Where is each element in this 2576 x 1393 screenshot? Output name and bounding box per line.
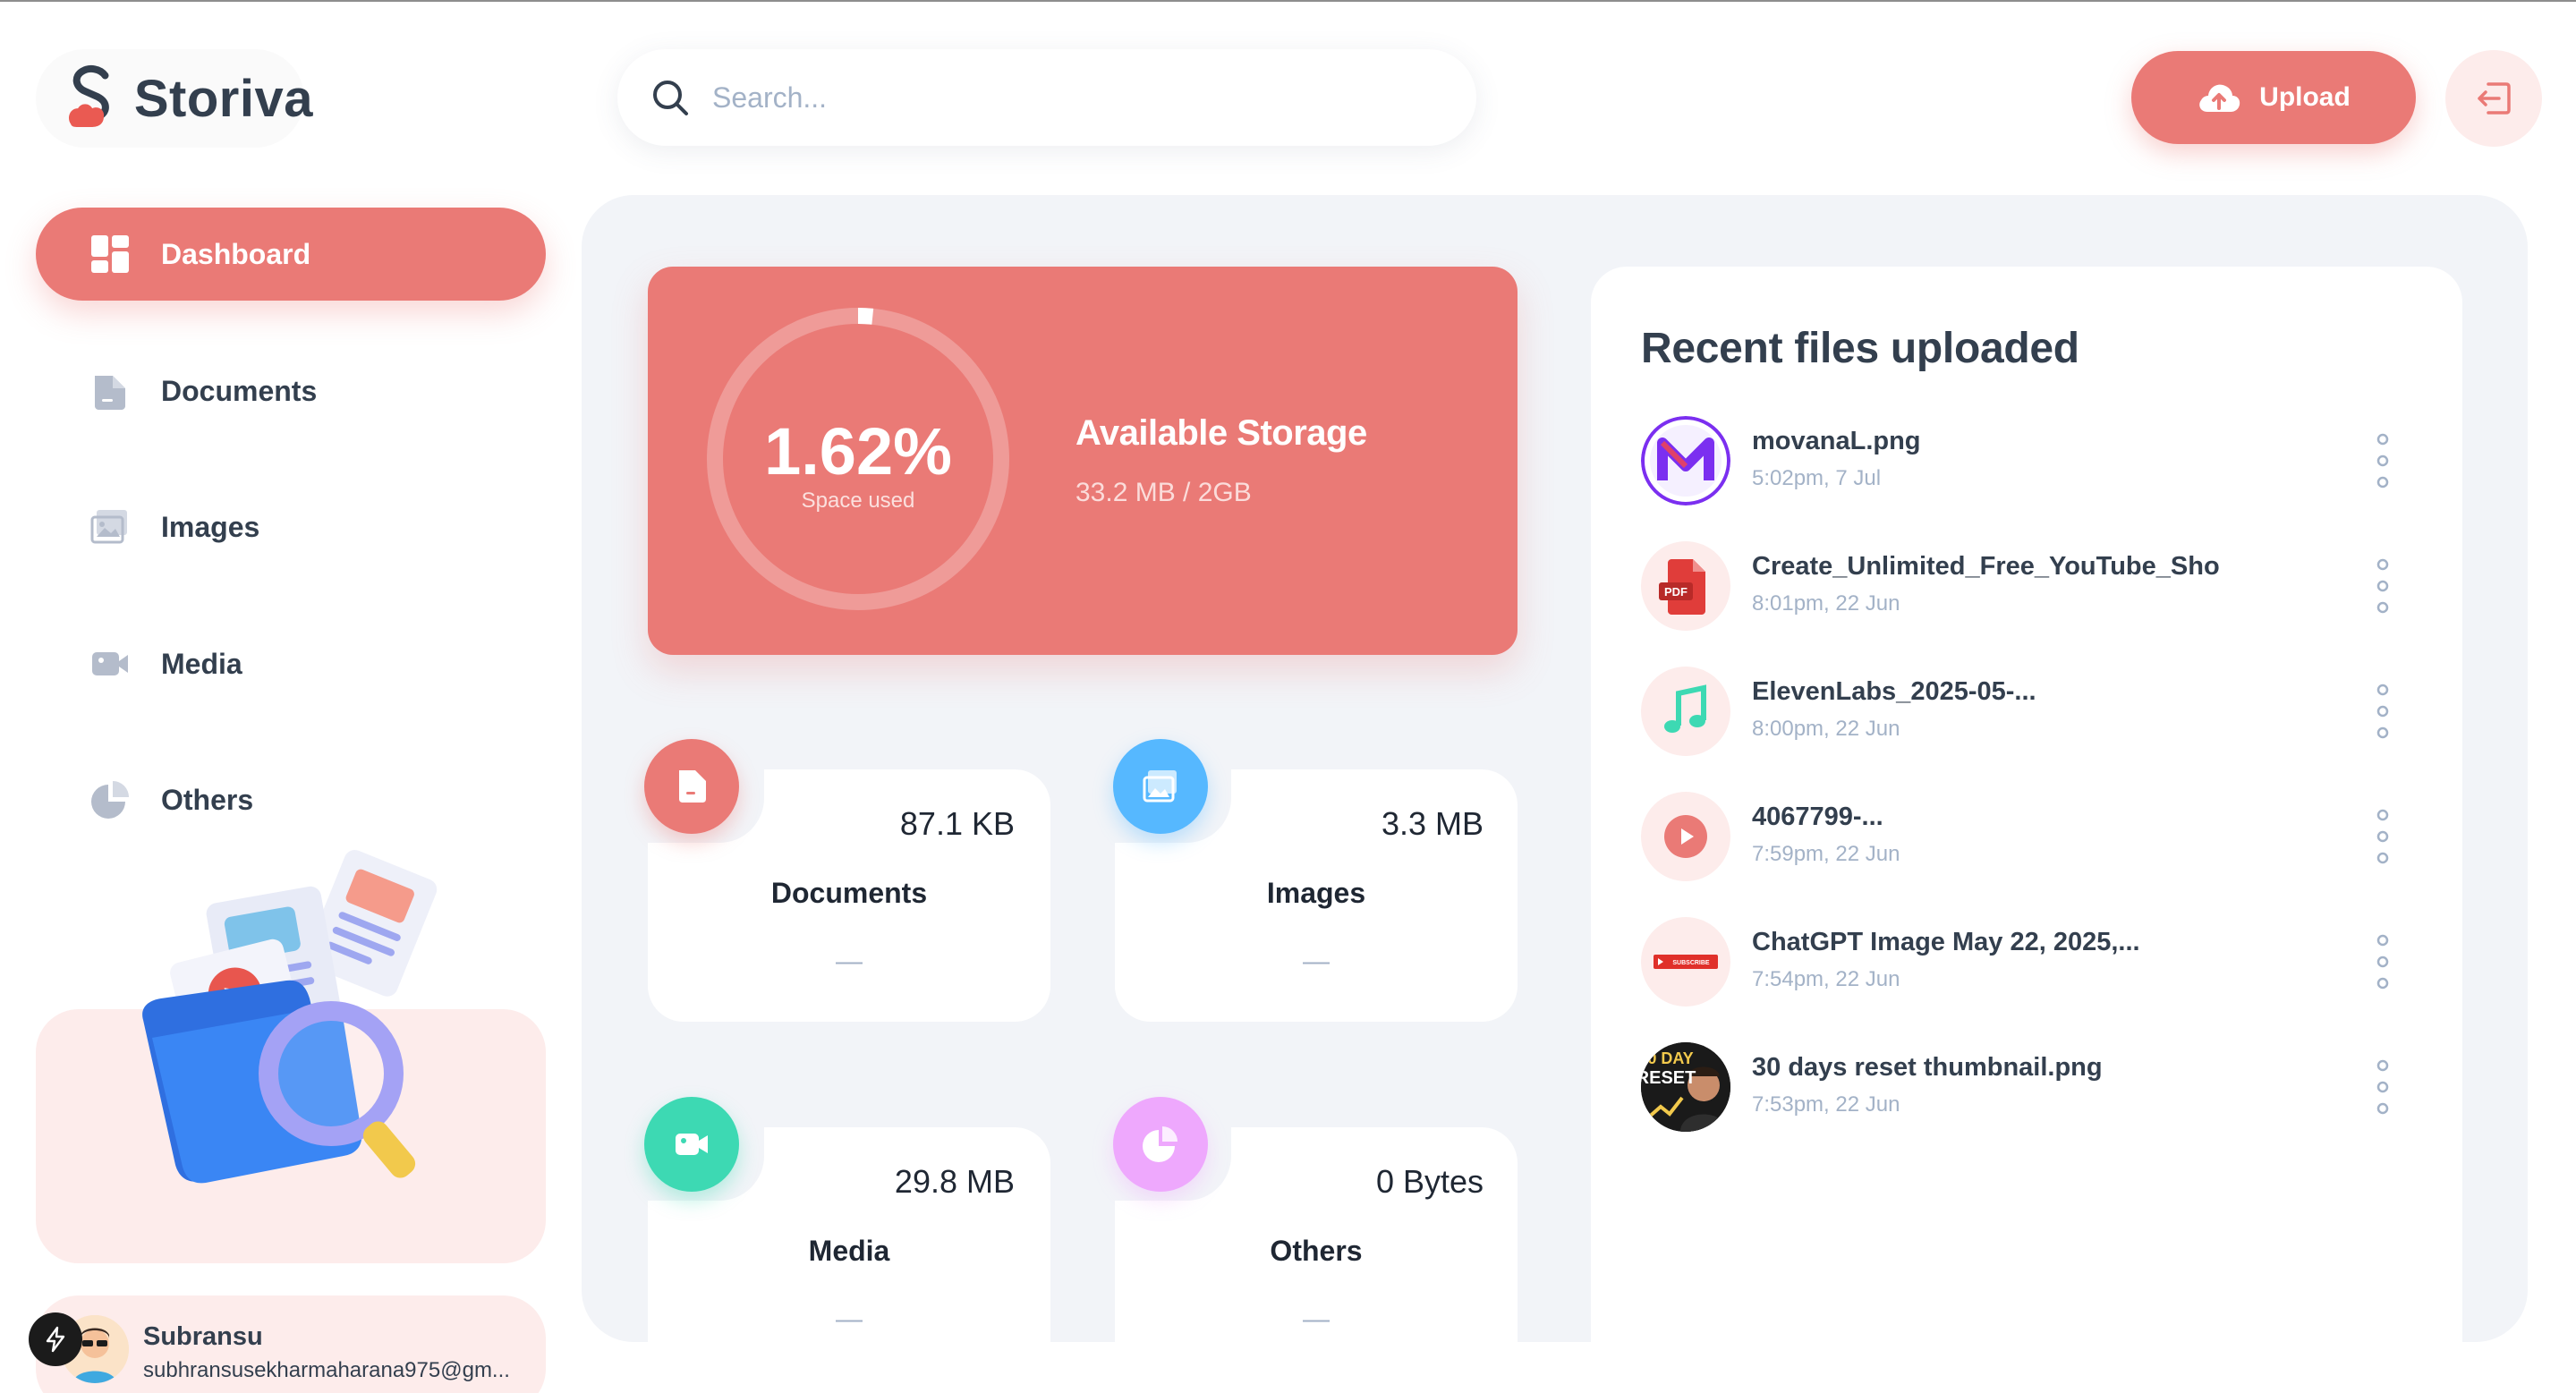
- window-top-border: [0, 0, 2576, 2]
- user-email: subhransusekharmaharana975@gm...: [143, 1358, 510, 1382]
- thumbnail-text-top: 30 DAY: [1641, 1049, 1694, 1067]
- storage-title: Available Storage: [1075, 413, 1367, 453]
- search-bar[interactable]: [617, 49, 1476, 146]
- file-name: 30 days reset thumbnail.png: [1752, 1053, 2103, 1082]
- logout-button[interactable]: [2445, 50, 2542, 147]
- file-name: ChatGPT Image May 22, 2025,...: [1752, 928, 2140, 956]
- thumbnail-text-bottom: RESET: [1641, 1068, 1696, 1088]
- play-icon: [1641, 792, 1730, 881]
- document-icon: [644, 739, 739, 834]
- sidebar-item-media[interactable]: Media: [36, 617, 546, 710]
- storage-usage-progress: [857, 308, 874, 325]
- search-input[interactable]: [712, 81, 1428, 115]
- pie-icon: [1113, 1097, 1208, 1192]
- image-icon: [1113, 739, 1208, 834]
- images-icon: [89, 506, 131, 548]
- documents-icon: [89, 370, 131, 412]
- logout-icon: [2478, 82, 2511, 115]
- sidebar-item-dashboard[interactable]: Dashboard: [36, 208, 546, 301]
- summary-placeholder: —: [1303, 1304, 1330, 1334]
- search-icon: [653, 81, 688, 115]
- video-icon: [644, 1097, 739, 1192]
- more-options-icon[interactable]: [2368, 677, 2398, 745]
- sidebar-item-label: Media: [161, 647, 242, 680]
- cloud-upload-icon: [2199, 84, 2240, 112]
- more-options-icon[interactable]: [2368, 1053, 2398, 1121]
- upload-button[interactable]: Upload: [2131, 51, 2416, 144]
- file-date: 8:00pm, 22 Jun: [1752, 717, 1900, 741]
- file-name: Create_Unlimited_Free_YouTube_Sho: [1752, 552, 2220, 581]
- file-name: 4067799-...: [1752, 803, 1883, 831]
- storiva-dashboard: Storiva Upload Dash: [0, 0, 2576, 1393]
- summary-title: Images: [1266, 877, 1366, 909]
- more-options-icon[interactable]: [2368, 928, 2398, 996]
- summary-placeholder: —: [1303, 947, 1330, 976]
- dashboard-icon: [89, 234, 131, 275]
- subscribe-badge-text: SUBSCRIBE: [1672, 960, 1710, 966]
- storage-caption: Space used: [801, 488, 915, 513]
- upload-label: Upload: [2259, 82, 2351, 112]
- 30-day-reset-thumbnail: 30 DAY RESET: [1641, 1042, 1730, 1132]
- sidebar-item-label: Dashboard: [161, 237, 311, 270]
- recent-file-row[interactable]: 30 DAY RESET 30 days reset thumbnail.png…: [1641, 1042, 2410, 1132]
- subscribe-thumbnail: SUBSCRIBE: [1641, 917, 1730, 1007]
- more-options-icon[interactable]: [2368, 552, 2398, 620]
- more-options-icon[interactable]: [2368, 803, 2398, 871]
- storage-percent: 1.62%: [764, 414, 952, 488]
- summary-placeholder: —: [836, 1304, 863, 1334]
- file-name: movanaL.png: [1752, 427, 1921, 455]
- file-date: 7:54pm, 22 Jun: [1752, 967, 1900, 991]
- sidebar-item-label: Others: [161, 783, 254, 816]
- m-logo-thumbnail: [1641, 416, 1730, 505]
- file-date: 7:53pm, 22 Jun: [1752, 1092, 1900, 1117]
- recent-file-row[interactable]: SUBSCRIBE ChatGPT Image May 22, 2025,...…: [1641, 917, 2410, 1007]
- app-logo[interactable]: Storiva: [36, 49, 313, 148]
- user-name: Subransu: [143, 1322, 263, 1351]
- summary-size: 0 Bytes: [1375, 1163, 1484, 1200]
- lightning-icon: [46, 1326, 65, 1353]
- summary-size: 3.3 MB: [1381, 805, 1484, 842]
- app-name: Storiva: [133, 69, 313, 128]
- pdf-icon: PDF: [1641, 541, 1730, 631]
- recent-file-row[interactable]: 4067799-... 7:59pm, 22 Jun: [1641, 792, 2410, 881]
- pie-icon: [89, 779, 131, 820]
- summary-title: Others: [1270, 1235, 1363, 1267]
- music-icon: [1641, 667, 1730, 756]
- summary-placeholder: —: [836, 947, 863, 976]
- file-date: 7:59pm, 22 Jun: [1752, 842, 1900, 866]
- recent-file-row[interactable]: PDF Create_Unlimited_Free_YouTube_Sho 8:…: [1641, 541, 2410, 631]
- folder-search-illustration: [142, 849, 438, 1184]
- summary-size: 29.8 MB: [894, 1163, 1015, 1200]
- summary-title: Media: [808, 1235, 890, 1267]
- file-date: 8:01pm, 22 Jun: [1752, 591, 1900, 616]
- summary-title: Documents: [770, 877, 928, 909]
- media-icon: [89, 643, 131, 684]
- more-options-icon[interactable]: [2368, 427, 2398, 495]
- storage-usage-text: 33.2 MB / 2GB: [1075, 478, 1252, 507]
- recent-file-row[interactable]: ElevenLabs_2025-05-... 8:00pm, 22 Jun: [1641, 667, 2410, 756]
- pdf-badge-text: PDF: [1664, 585, 1688, 599]
- recent-files-title: Recent files uploaded: [1641, 325, 2079, 372]
- storiva-logo-icon: [68, 64, 109, 127]
- sidebar-item-label: Images: [161, 510, 260, 543]
- bolt-badge[interactable]: [29, 1312, 82, 1366]
- file-name: ElevenLabs_2025-05-...: [1752, 677, 2036, 706]
- sidebar-item-documents[interactable]: Documents: [36, 344, 546, 437]
- file-date: 5:02pm, 7 Jul: [1752, 466, 1882, 490]
- summary-size: 87.1 KB: [899, 805, 1015, 842]
- sidebar-item-label: Documents: [161, 374, 318, 407]
- recent-file-row[interactable]: movanaL.png 5:02pm, 7 Jul: [1641, 416, 2410, 505]
- sidebar-item-images[interactable]: Images: [36, 480, 546, 573]
